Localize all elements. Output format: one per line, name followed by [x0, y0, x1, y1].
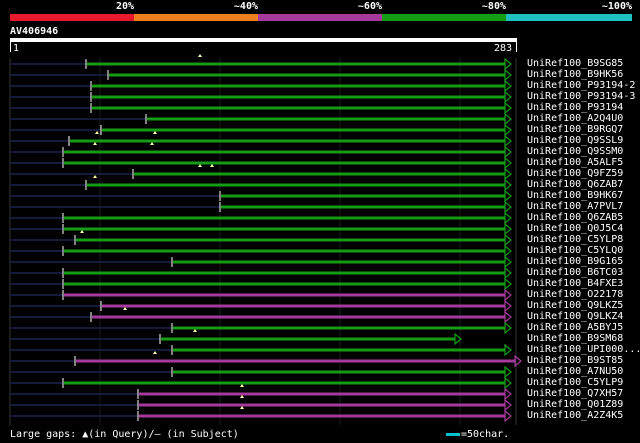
scale-label: =50char. [461, 429, 510, 440]
hit-link[interactable]: UniRef100_P93194-3 [527, 91, 635, 102]
hit-arrow-icon [504, 255, 512, 269]
gaps-legend: Large gaps: ▲(in Query)/– (in Subject) [10, 429, 239, 440]
hit-arrow-icon [504, 79, 512, 93]
hit-arrow-icon [504, 244, 512, 258]
hit-arrow-icon [504, 387, 512, 401]
hit-link[interactable]: UniRef100_Q7XH57 [527, 388, 623, 399]
hit-link[interactable]: UniRef100_Q9LKZ5 [527, 300, 623, 311]
hit-arrow-icon [504, 409, 512, 423]
hit-arrow-icon [504, 376, 512, 390]
hit-arrow-icon [504, 156, 512, 170]
hit-arrow-icon [504, 167, 512, 181]
hit-arrow-icon [504, 123, 512, 137]
hit-link[interactable]: UniRef100_B9SG85 [527, 58, 623, 69]
hit-link[interactable]: UniRef100_P93194 [527, 102, 623, 113]
hit-link[interactable]: UniRef100_B6TC03 [527, 267, 623, 278]
hit-arrow-icon [504, 178, 512, 192]
hit-link[interactable]: UniRef100_Q9SSL9 [527, 135, 623, 146]
hit-link[interactable]: UniRef100_P93194-2 [527, 80, 635, 91]
hit-link[interactable]: UniRef100_Q0J5C4 [527, 223, 623, 234]
hit-link[interactable]: UniRef100_B9RGQ7 [527, 124, 623, 135]
hit-arrow-icon [504, 222, 512, 236]
hit-link[interactable]: UniRef100_A2Z4K5 [527, 410, 623, 421]
hit-arrow-icon [504, 189, 512, 203]
hit-link[interactable]: UniRef100_B9HK56 [527, 69, 623, 80]
query-gap-marker-icon [153, 351, 157, 354]
hit-link[interactable]: UniRef100_A5ALF5 [527, 157, 623, 168]
hit-arrow-icon [504, 145, 512, 159]
query-gap-marker-icon [198, 54, 202, 57]
hit-link[interactable]: UniRef100_A7NU50 [527, 366, 623, 377]
query-gap-marker-icon [95, 131, 99, 134]
hit-arrow-icon [504, 321, 512, 335]
hit-link[interactable]: UniRef100_A2Q4U0 [527, 113, 623, 124]
hit-link[interactable]: UniRef100_O22178 [527, 289, 623, 300]
hit-link[interactable]: UniRef100_B9SM68 [527, 333, 623, 344]
hit-arrow-icon [504, 398, 512, 412]
hit-arrow-icon [504, 266, 512, 280]
hit-arrow-icon [504, 101, 512, 115]
scale-legend: =50char. [446, 429, 509, 441]
hit-link[interactable]: UniRef100_Q9FZ59 [527, 168, 623, 179]
hit-arrow-icon [504, 68, 512, 82]
hit-arrow-icon [504, 343, 512, 357]
hit-arrow-icon [504, 57, 512, 71]
hit-link[interactable]: UniRef100_Q6ZAB7 [527, 179, 623, 190]
hit-link[interactable]: UniRef100_C5YLP8 [527, 234, 623, 245]
hit-arrow-icon [504, 90, 512, 104]
hit-link[interactable]: UniRef100_B9HK67 [527, 190, 623, 201]
scale-bar [446, 432, 460, 436]
hit-arrow-icon [504, 310, 512, 324]
hit-link[interactable]: UniRef100_C5YLQ0 [527, 245, 623, 256]
hit-link[interactable]: UniRef100_UPI000... [527, 344, 640, 355]
hit-link[interactable]: UniRef100_A7PVL7 [527, 201, 623, 212]
hit-link[interactable]: UniRef100_Q9SSM0 [527, 146, 623, 157]
hit-link[interactable]: UniRef100_Q01Z89 [527, 399, 623, 410]
hit-arrow-icon [504, 365, 512, 379]
hit-arrow-icon [504, 134, 512, 148]
hit-link[interactable]: UniRef100_Q6ZAB5 [527, 212, 623, 223]
hit-arrow-icon [504, 288, 512, 302]
hit-link[interactable]: UniRef100_C5YLP9 [527, 377, 623, 388]
hit-link[interactable]: UniRef100_B9G165 [527, 256, 623, 267]
hit-arrow-icon [504, 211, 512, 225]
hit-link[interactable]: UniRef100_B9ST85 [527, 355, 623, 366]
hit-arrow-icon [504, 233, 512, 247]
hit-link[interactable]: UniRef100_Q9LKZ4 [527, 311, 623, 322]
hit-arrow-icon [504, 299, 512, 313]
hit-arrow-icon [504, 112, 512, 126]
hit-link[interactable]: UniRef100_B4FXE3 [527, 278, 623, 289]
hit-arrow-icon [504, 277, 512, 291]
hit-arrow-icon [504, 200, 512, 214]
hit-link[interactable]: UniRef100_A5BYJ5 [527, 322, 623, 333]
query-gap-marker-icon [93, 175, 97, 178]
